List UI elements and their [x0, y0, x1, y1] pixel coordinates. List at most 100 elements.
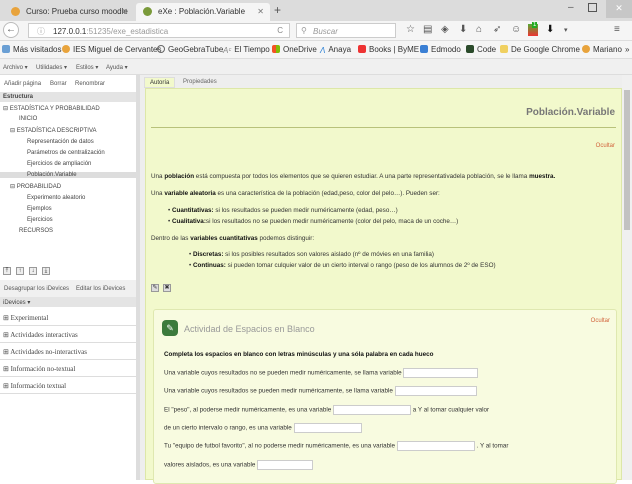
cloze-text-after: a Y al tomar cualquier valor: [412, 406, 490, 414]
cloze-line: Tu "equipo de futbol favorito", al no po…: [164, 441, 509, 452]
close-tab-icon[interactable]: ✕: [257, 7, 264, 16]
reading-list-icon[interactable]: ▤: [423, 24, 432, 35]
move-up-icon[interactable]: ↑: [16, 267, 24, 275]
bookmark[interactable]: Code: [466, 45, 496, 54]
tree-item[interactable]: Parámetros de centralización: [27, 150, 105, 156]
menu-utilidades[interactable]: Utilidades ▾: [36, 64, 67, 71]
bookmark[interactable]: IES Miguel de Cervantes: [62, 45, 162, 54]
cloze-line: valores aislados, es una variable: [164, 459, 314, 470]
tree-item[interactable]: ⊟ ESTADÍSTICA Y PROBABILIDAD: [3, 105, 100, 112]
menu-ayuda[interactable]: Ayuda ▾: [106, 64, 128, 71]
move-down-icon[interactable]: ↓: [29, 267, 37, 275]
cloze-line: Una variable cuyos resultados se pueden …: [164, 386, 477, 397]
hide-link[interactable]: Ocultar: [596, 143, 615, 149]
tree-item[interactable]: ⊟ PROBABILIDAD: [10, 183, 61, 190]
activity-hide-link[interactable]: Ocultar: [591, 318, 610, 324]
move-bottom-icon[interactable]: ⤓: [42, 267, 50, 275]
bookmark[interactable]: Λ Anaya: [320, 45, 351, 55]
activity-instructions: Completa los espacios en blanco con letr…: [164, 351, 434, 358]
download-icon[interactable]: ⬇: [459, 24, 467, 35]
collapse-toggle-icon[interactable]: ⊟: [10, 128, 17, 134]
edit-idevices-button[interactable]: Editar los iDevices: [76, 286, 125, 292]
paragraph-variable: Una variable aleatoria es una caracterís…: [151, 190, 440, 197]
cloze-text: El "peso", al poderse medir numéricament…: [164, 406, 332, 414]
tree-item[interactable]: RECURSOS: [19, 228, 53, 234]
blank-input[interactable]: [257, 459, 314, 470]
blank-input[interactable]: [293, 422, 362, 433]
cloze-activity: ✎ Actividad de Espacios en Blanco Oculta…: [153, 309, 617, 484]
tab-label: eXe : Población.Variable: [158, 7, 246, 16]
hamburger-menu-icon[interactable]: ≡: [614, 24, 620, 35]
list-item: • Cuantitativas: si los resultados se pu…: [168, 207, 398, 214]
ungroup-idevices-button[interactable]: Desagrupar los iDevices: [4, 286, 69, 292]
paragraph-cuantitativas: Dentro de las variables cuantitativas po…: [151, 235, 315, 242]
menu-estilos[interactable]: Estilos ▾: [76, 64, 98, 71]
blank-input[interactable]: [332, 404, 411, 415]
tab-propiedades[interactable]: Propiedades: [178, 77, 222, 88]
bookmark[interactable]: Aᶜ El Tiempo: [223, 45, 270, 55]
bookmark[interactable]: De Google Chrome: [500, 45, 580, 54]
home-icon[interactable]: ⌂: [476, 24, 482, 35]
idevices-header[interactable]: iDevices ▾: [0, 297, 136, 307]
bookmark[interactable]: Books | ByME: [358, 45, 419, 54]
tree-item[interactable]: Ejercicios de ampliación: [27, 161, 91, 167]
add-page-button[interactable]: Añadir página: [4, 81, 41, 87]
bookmarks-overflow-icon[interactable]: »: [625, 45, 629, 54]
bookmark[interactable]: GeoGebraTube: [157, 45, 223, 54]
scrollbar-thumb[interactable]: [624, 90, 630, 230]
tree-item[interactable]: Ejercicios: [27, 217, 53, 223]
bookmark[interactable]: OneDrive: [272, 45, 317, 54]
close-tab-icon[interactable]: ✕: [121, 7, 128, 16]
expand-icon[interactable]: ⊞: [3, 314, 11, 322]
collapse-toggle-icon[interactable]: ⊟: [3, 106, 10, 112]
bookmark[interactable]: Edmodo: [420, 45, 461, 54]
close-window-icon[interactable]: ✕: [606, 0, 632, 18]
tree-item[interactable]: Ejemplos: [27, 206, 52, 212]
edit-pencil-icon[interactable]: ✎: [151, 284, 159, 292]
blank-input[interactable]: [403, 368, 479, 378]
dropdown-icon[interactable]: ▾: [564, 26, 568, 34]
idevice-group-label: Actividades interactivas: [10, 331, 78, 339]
tab-exe[interactable]: eXe : Población.Variable ✕: [136, 3, 270, 21]
back-icon[interactable]: ←: [3, 22, 19, 38]
idevice-group[interactable]: ⊞ Información no-textual: [0, 360, 136, 377]
tab-moodle[interactable]: Curso: Prueba curso moodle ✕: [4, 3, 134, 21]
downloader-icon[interactable]: ⬇: [546, 24, 554, 35]
smiley-icon[interactable]: ☺: [511, 24, 521, 35]
search-input[interactable]: ⚲ Buscar: [296, 23, 396, 38]
blank-input[interactable]: [396, 441, 475, 452]
tab-autoria[interactable]: Autoría: [144, 77, 176, 88]
idevice-group[interactable]: ⊞ Experimental: [0, 309, 136, 326]
list-item: • Continuas: si pueden tomar culquier va…: [189, 262, 496, 269]
idevice-group[interactable]: ⊞ Actividades no-interactivas: [0, 343, 136, 360]
tree-item[interactable]: INICIO: [19, 116, 37, 122]
delete-icon[interactable]: ✖: [163, 284, 171, 292]
new-tab-icon[interactable]: +: [274, 3, 281, 17]
move-top-icon[interactable]: ⤒: [3, 267, 11, 275]
send-icon[interactable]: ➶: [493, 24, 501, 35]
activity-title: Actividad de Espacios en Blanco: [184, 324, 315, 334]
tree-item[interactable]: ⊟ ESTADÍSTICA DESCRIPTIVA: [10, 127, 97, 134]
reload-icon[interactable]: C: [277, 26, 283, 35]
blank-input[interactable]: [394, 386, 477, 397]
tree-item[interactable]: Representación de datos: [27, 139, 94, 145]
collapse-toggle-icon[interactable]: ⊟: [10, 184, 17, 190]
minimize-icon[interactable]: –: [568, 2, 574, 13]
delete-button[interactable]: Borrar: [50, 81, 67, 87]
vertical-scrollbar[interactable]: [622, 75, 632, 480]
bookmark-star-icon[interactable]: ☆: [406, 24, 415, 35]
idevice-group[interactable]: ⊞ Información textual: [0, 377, 136, 394]
tree-item[interactable]: Experimento aleatorio: [27, 195, 85, 201]
bookmark[interactable]: Más visitados: [2, 45, 61, 54]
expand-icon[interactable]: ⊞: [3, 382, 11, 390]
rename-button[interactable]: Renombrar: [75, 81, 105, 87]
extension-icon[interactable]: 1: [528, 22, 538, 36]
pocket-icon[interactable]: ◈: [441, 24, 449, 35]
tree-item[interactable]: Población.Variable: [0, 172, 136, 179]
maximize-icon[interactable]: [588, 3, 597, 12]
menu-archivo[interactable]: Archivo ▾: [3, 64, 28, 71]
bookmark[interactable]: Mariano: [582, 45, 622, 54]
idevice-group[interactable]: ⊞ Actividades interactivas: [0, 326, 136, 343]
expand-icon[interactable]: ⊞: [3, 365, 11, 373]
url-bar[interactable]: ⓘ 127.0.0.1:51235/exe_estadistica C: [28, 23, 290, 38]
